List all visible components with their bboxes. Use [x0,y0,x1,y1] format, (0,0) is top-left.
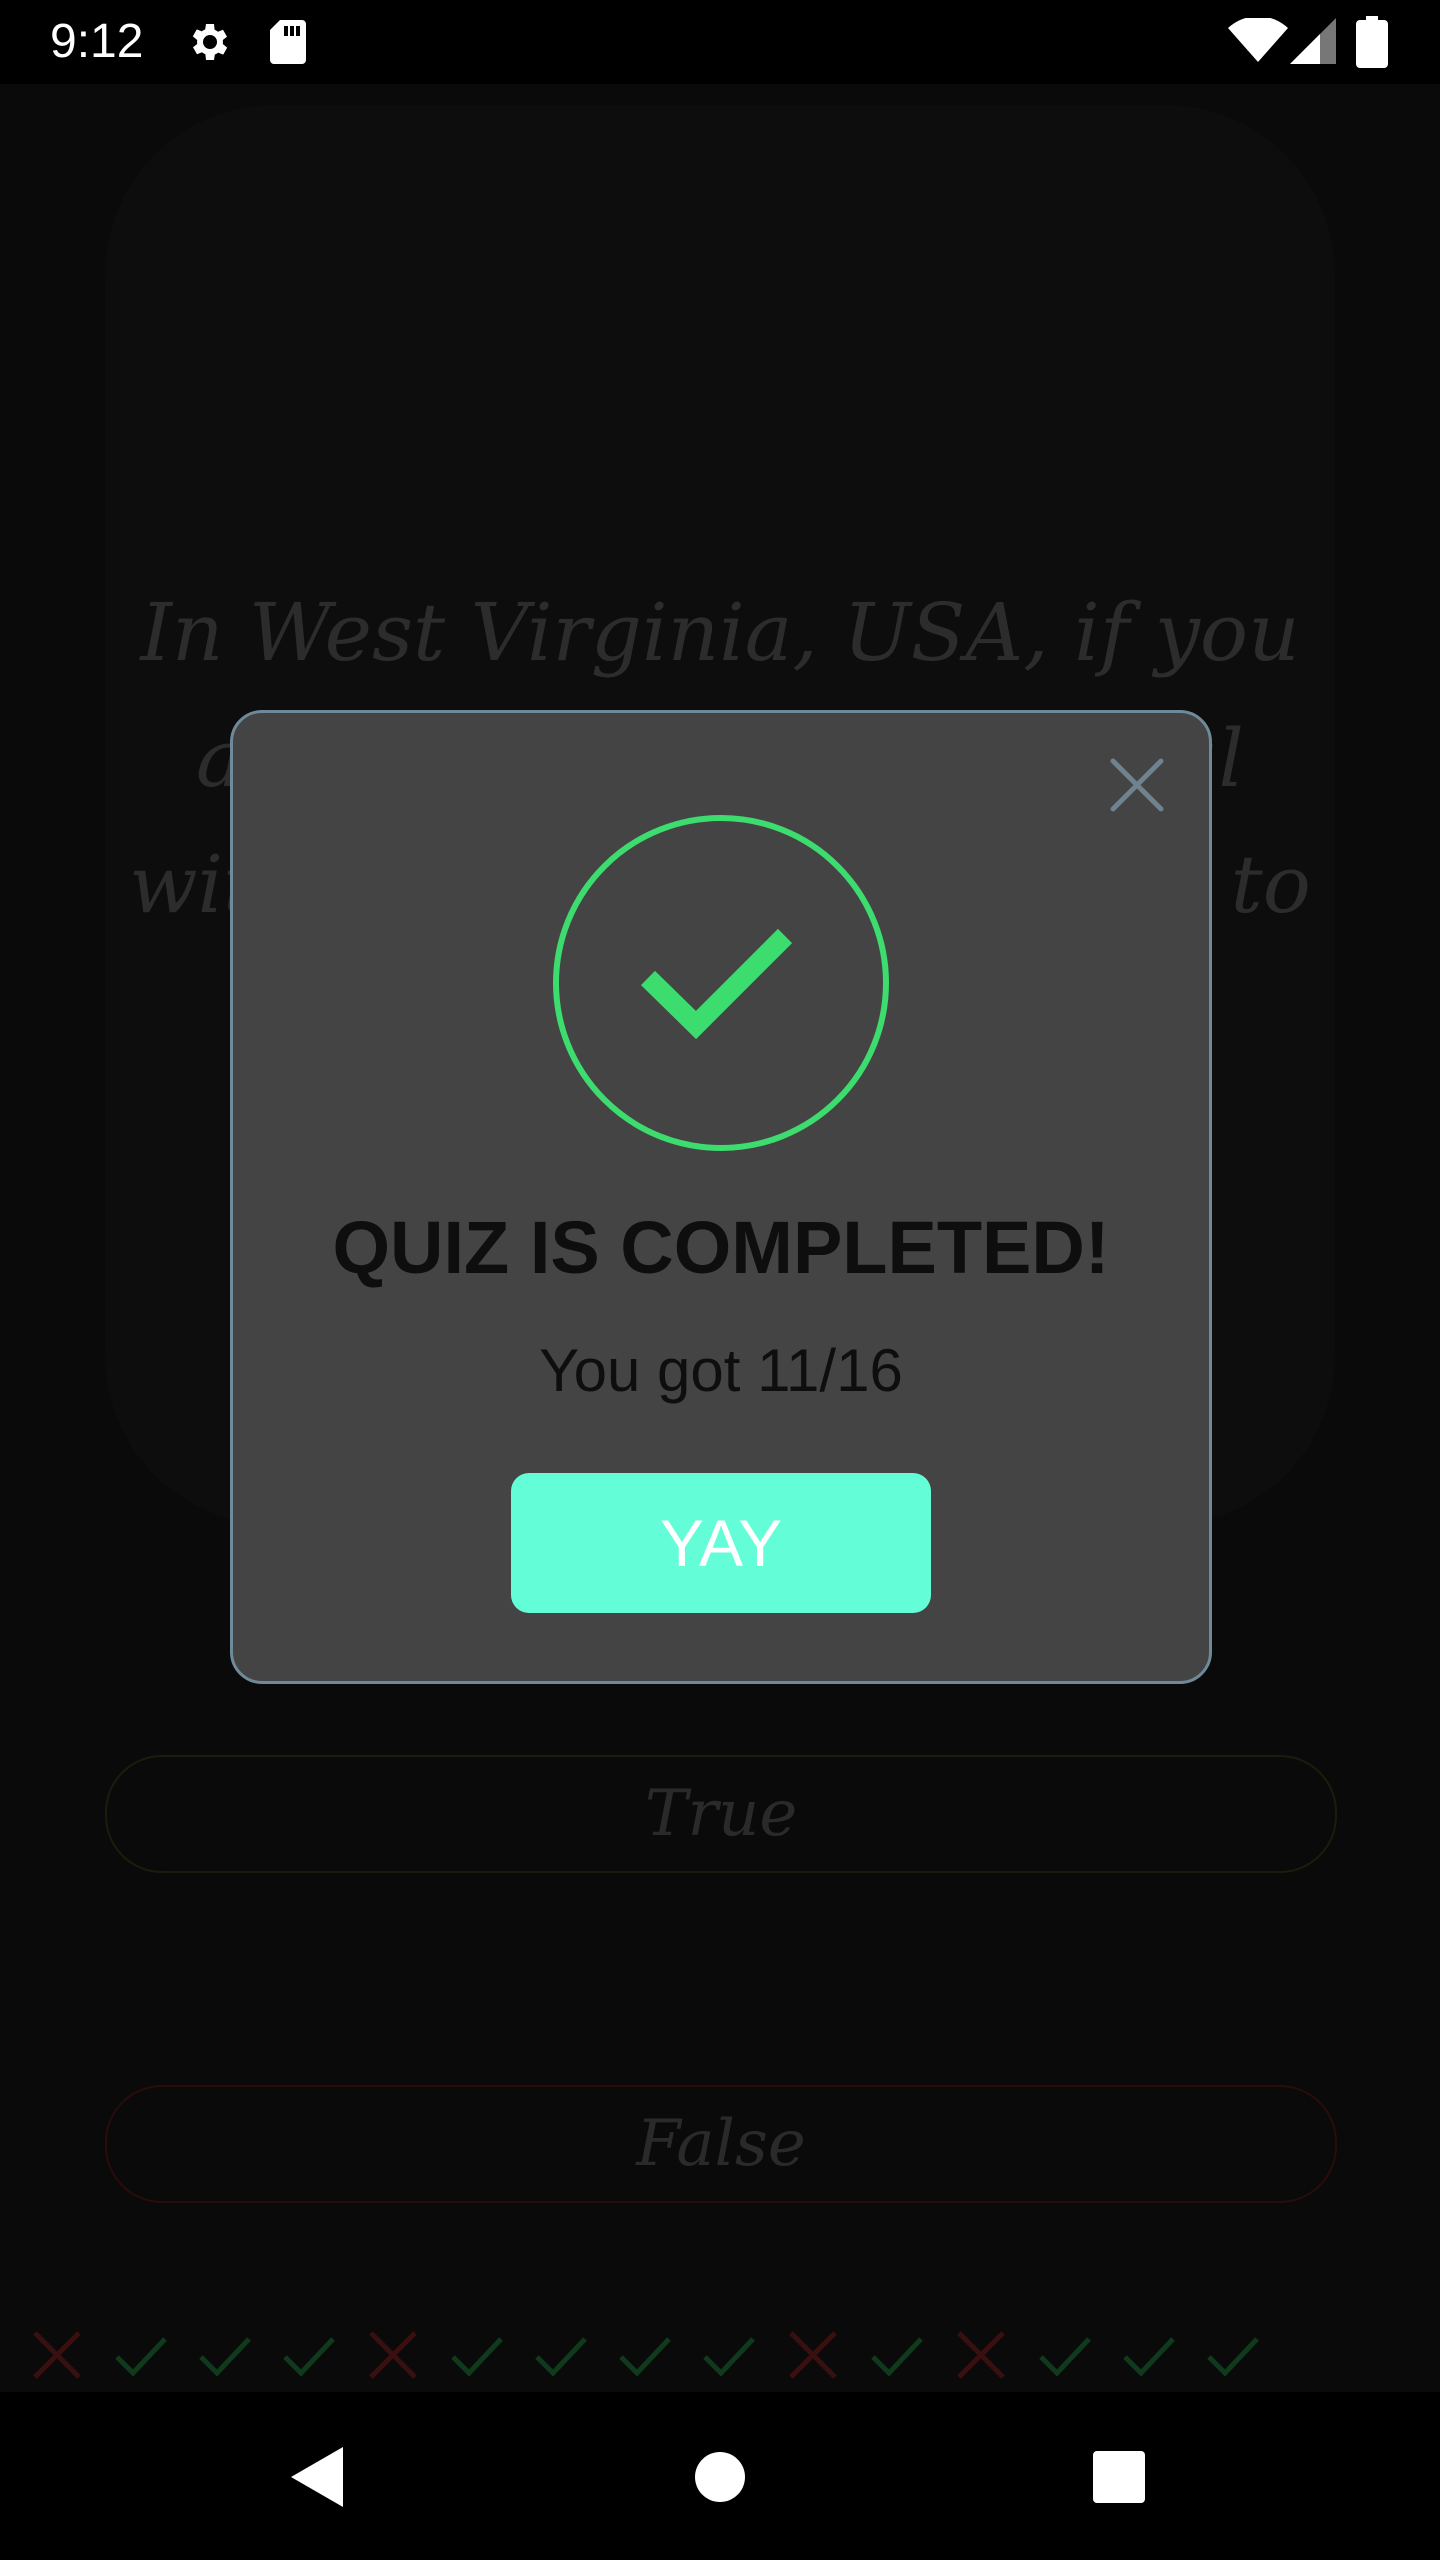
wrong-answer-mark [939,2320,1023,2390]
back-button[interactable] [272,2432,362,2522]
true-button[interactable]: True [105,1755,1337,1873]
check-icon [199,2337,251,2377]
cross-icon [369,2331,417,2379]
cross-icon [957,2331,1005,2379]
recents-button[interactable] [1074,2432,1164,2522]
cross-icon [33,2331,81,2379]
wifi-icon [1228,18,1288,62]
correct-answer-mark [687,2320,771,2390]
check-icon [703,2337,755,2377]
check-icon [283,2337,335,2377]
correct-answer-mark [99,2320,183,2390]
recents-icon [1093,2451,1145,2503]
signal-icon [1290,18,1336,64]
false-button[interactable]: False [105,2085,1337,2203]
navigation-bar [0,2392,1440,2560]
settings-icon [192,24,228,60]
correct-answer-mark [267,2320,351,2390]
wrong-answer-mark [771,2320,855,2390]
correct-answer-mark [855,2320,939,2390]
status-bar: 9:12 [0,0,1440,84]
correct-answer-mark [519,2320,603,2390]
check-icon [1207,2337,1259,2377]
check-icon [619,2337,671,2377]
progress-tracker [15,2320,1275,2390]
sd-card-icon [270,20,306,64]
check-icon [115,2337,167,2377]
check-icon [1123,2337,1175,2377]
check-icon [451,2337,503,2377]
back-icon [291,2447,343,2507]
close-icon [1110,758,1164,812]
home-button[interactable] [675,2432,765,2522]
status-time: 9:12 [50,15,144,68]
cross-icon [789,2331,837,2379]
correct-answer-mark [603,2320,687,2390]
correct-answer-mark [1023,2320,1107,2390]
correct-answer-mark [1107,2320,1191,2390]
check-icon [535,2337,587,2377]
correct-answer-mark [435,2320,519,2390]
quiz-complete-dialog: QUIZ IS COMPLETED! You got 11/16 YAY [230,710,1212,1684]
check-icon [1039,2337,1091,2377]
wrong-answer-mark [15,2320,99,2390]
screen: 9:12 In West Virginia, USA, if you accid… [0,0,1440,2560]
score-text: You got 11/16 [539,1337,903,1404]
check-circle-icon [553,815,889,1151]
check-icon [871,2337,923,2377]
close-button[interactable] [1101,749,1173,821]
correct-answer-mark [1191,2320,1275,2390]
dialog-title: QUIZ IS COMPLETED! [332,1206,1110,1289]
yay-button[interactable]: YAY [511,1473,931,1613]
home-icon [695,2452,745,2502]
battery-icon [1356,16,1388,68]
correct-answer-mark [183,2320,267,2390]
wrong-answer-mark [351,2320,435,2390]
